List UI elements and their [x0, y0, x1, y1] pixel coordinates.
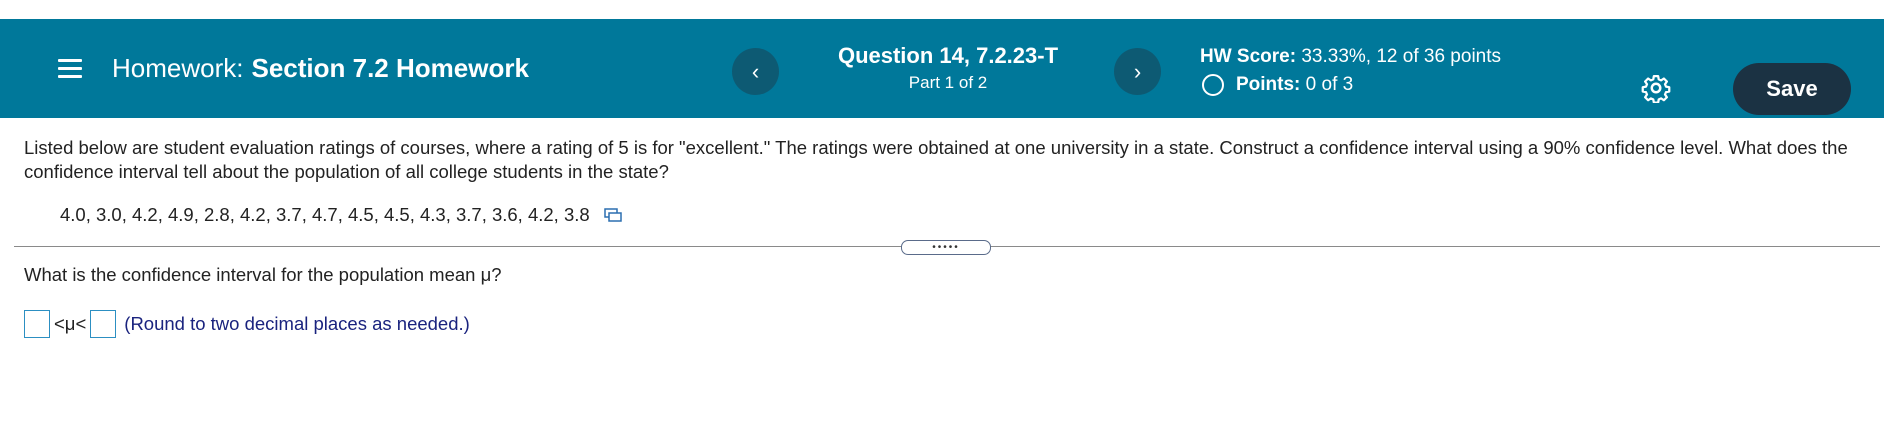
copy-data-icon[interactable]: [603, 207, 622, 223]
chevron-left-icon: ‹: [751, 58, 760, 84]
question-title: Question 14, 7.2.23-T: [837, 43, 1059, 68]
upper-bound-input[interactable]: [90, 310, 117, 338]
menu-line: [58, 67, 82, 70]
homework-prefix: Homework:: [112, 53, 244, 83]
next-question-button[interactable]: ›: [1114, 48, 1161, 95]
lower-bound-input[interactable]: [24, 310, 50, 338]
menu-line: [58, 59, 82, 62]
question-part: Part 1 of 2: [908, 73, 988, 92]
gear-icon[interactable]: [1641, 73, 1671, 103]
homework-title: Homework: Section 7.2 Homework: [112, 53, 529, 84]
top-strip: [0, 0, 1884, 19]
points-status-circle-icon: [1202, 74, 1224, 96]
hamburger-menu-icon[interactable]: [58, 57, 82, 79]
data-values-row: 4.0, 3.0, 4.2, 4.9, 2.8, 4.2, 3.7, 4.7, …: [60, 204, 622, 226]
homework-name: Section 7.2 Homework: [251, 53, 529, 83]
problem-prompt: Listed below are student evaluation rati…: [24, 137, 1848, 182]
hw-score-value: 33.33%, 12 of 36 points: [1301, 46, 1502, 67]
chevron-right-icon: ›: [1133, 58, 1142, 84]
points-value: 0 of 3: [1305, 74, 1354, 95]
previous-question-button[interactable]: ‹: [732, 48, 779, 95]
assignment-header: Homework: Section 7.2 Homework ‹ Question…: [0, 19, 1884, 118]
expand-collapse-handle[interactable]: •••••: [901, 240, 991, 255]
hw-score: HW Score: 33.33%, 12 of 36 points: [1200, 46, 1501, 68]
points-label: Points:: [1236, 74, 1301, 95]
question-points: Points: 0 of 3: [1200, 74, 1353, 96]
question-text: What is the confidence interval for the …: [24, 264, 502, 285]
answer-row: <μ< (Round to two decimal places as need…: [24, 310, 470, 338]
inequality-symbols: <μ<: [54, 313, 87, 334]
data-values: 4.0, 3.0, 4.2, 4.9, 2.8, 4.2, 3.7, 4.7, …: [60, 204, 590, 225]
rounding-hint: (Round to two decimal places as needed.): [124, 313, 470, 334]
menu-line: [58, 75, 82, 78]
hw-score-label: HW Score:: [1200, 46, 1297, 67]
save-button[interactable]: Save: [1733, 63, 1851, 115]
